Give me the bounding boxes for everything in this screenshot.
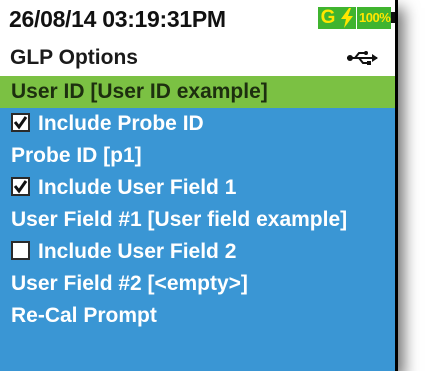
status-bar: 26/08/14 03:19:31PM G 100% [0, 0, 395, 41]
menu-item-label: User Field #1 [User field example] [11, 208, 348, 231]
title-bar: GLP Options [0, 41, 395, 76]
menu-item-label: Include User Field 1 [38, 176, 237, 199]
menu-item-label: Probe ID [p1] [11, 144, 142, 167]
menu-item-user-id[interactable]: User ID [User ID example] [0, 76, 395, 108]
menu-item-label: User Field #2 [<empty>] [11, 272, 248, 295]
menu-item-recal-prompt[interactable]: Re-Cal Prompt [0, 300, 395, 332]
usb-icon [347, 50, 379, 71]
menu-item-probe-id[interactable]: Probe ID [p1] [0, 140, 395, 172]
menu-item-user-field-1[interactable]: User Field #1 [User field example] [0, 204, 395, 236]
menu-item-label: Re-Cal Prompt [11, 304, 157, 327]
menu-item-label: Include Probe ID [38, 112, 204, 135]
device-screen: 26/08/14 03:19:31PM G 100% GLP Options U… [0, 0, 395, 371]
include-user-field-2-checkbox[interactable] [11, 240, 30, 260]
battery-tip [391, 12, 395, 23]
menu-item-label: User ID [User ID example] [11, 80, 268, 103]
datetime: 26/08/14 03:19:31PM [9, 6, 226, 32]
menu-item-include-probe-id[interactable]: Include Probe ID [0, 108, 395, 140]
include-probe-id-checkbox[interactable] [11, 112, 30, 132]
menu-item-include-user-field-2[interactable]: Include User Field 2 [0, 236, 395, 268]
page-title: GLP Options [10, 46, 138, 69]
mode-badge: G [318, 7, 338, 29]
options-menu: User ID [User ID example] Include Probe … [0, 76, 395, 371]
include-user-field-1-checkbox[interactable] [11, 176, 30, 196]
lightning-bolt-icon [338, 7, 356, 29]
battery-icon: 100% [357, 7, 391, 29]
menu-item-include-user-field-1[interactable]: Include User Field 1 [0, 172, 395, 204]
menu-item-label: Include User Field 2 [38, 240, 237, 263]
menu-item-user-field-2[interactable]: User Field #2 [<empty>] [0, 268, 395, 300]
device-frame: 26/08/14 03:19:31PM G 100% GLP Options U… [0, 0, 398, 371]
